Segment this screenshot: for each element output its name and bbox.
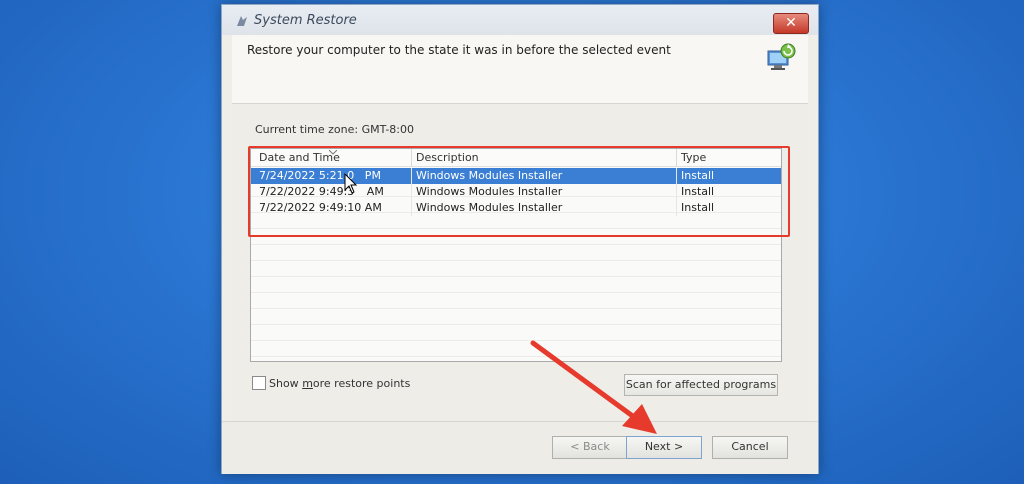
- row-type: Install: [681, 201, 715, 214]
- row-date: 7/22/2022 9:49:3 AM: [259, 185, 384, 198]
- row-type: Install: [681, 169, 715, 182]
- column-divider[interactable]: [411, 149, 412, 166]
- system-restore-icon: [237, 16, 247, 26]
- header-text: Restore your computer to the state it wa…: [247, 43, 671, 57]
- restore-point-row[interactable]: 7/24/2022 5:21:0 PM Windows Modules Inst…: [251, 168, 781, 184]
- restore-points-list[interactable]: Date and Time Description Type 7/24/2022…: [250, 148, 782, 362]
- restore-point-row[interactable]: 7/22/2022 9:49:10 AM Windows Modules Ins…: [251, 200, 781, 216]
- timezone-label: Current time zone: GMT-8:00: [255, 123, 415, 136]
- row-type: Install: [681, 185, 715, 198]
- column-divider[interactable]: [676, 149, 677, 166]
- close-button[interactable]: ✕: [773, 13, 809, 34]
- cancel-button[interactable]: Cancel: [712, 436, 788, 459]
- restore-point-row[interactable]: 7/22/2022 9:49:3 AM Windows Modules Inst…: [251, 184, 781, 200]
- row-date: 7/24/2022 5:21:0 PM: [259, 169, 381, 182]
- wizard-footer: < Back Next > Cancel: [222, 421, 818, 474]
- wizard-body: Current time zone: GMT-8:00 Date and Tim…: [232, 103, 808, 422]
- window-title: System Restore: [254, 13, 357, 28]
- next-button[interactable]: Next >: [626, 436, 702, 459]
- column-header-type[interactable]: Type: [681, 151, 706, 164]
- row-description: Windows Modules Installer: [416, 201, 563, 214]
- wizard-header: Restore your computer to the state it wa…: [232, 35, 808, 103]
- sort-descending-icon: [329, 150, 337, 155]
- title-bar[interactable]: System Restore ✕: [222, 5, 818, 35]
- system-restore-window: System Restore ✕ Restore your computer t…: [221, 4, 819, 474]
- column-header-description[interactable]: Description: [416, 151, 479, 164]
- show-more-checkbox[interactable]: [252, 376, 266, 390]
- scan-affected-programs-button[interactable]: Scan for affected programs: [624, 374, 778, 396]
- mouse-cursor-icon: [344, 173, 358, 194]
- restore-computer-icon: [767, 43, 796, 70]
- row-description: Windows Modules Installer: [416, 185, 563, 198]
- show-more-restore-points[interactable]: Show more restore points: [252, 376, 410, 390]
- column-header-date[interactable]: Date and Time: [259, 151, 340, 164]
- row-description: Windows Modules Installer: [416, 169, 563, 182]
- row-date: 7/22/2022 9:49:10 AM: [259, 201, 382, 214]
- list-header: Date and Time Description Type: [251, 149, 781, 167]
- back-button[interactable]: < Back: [552, 436, 628, 459]
